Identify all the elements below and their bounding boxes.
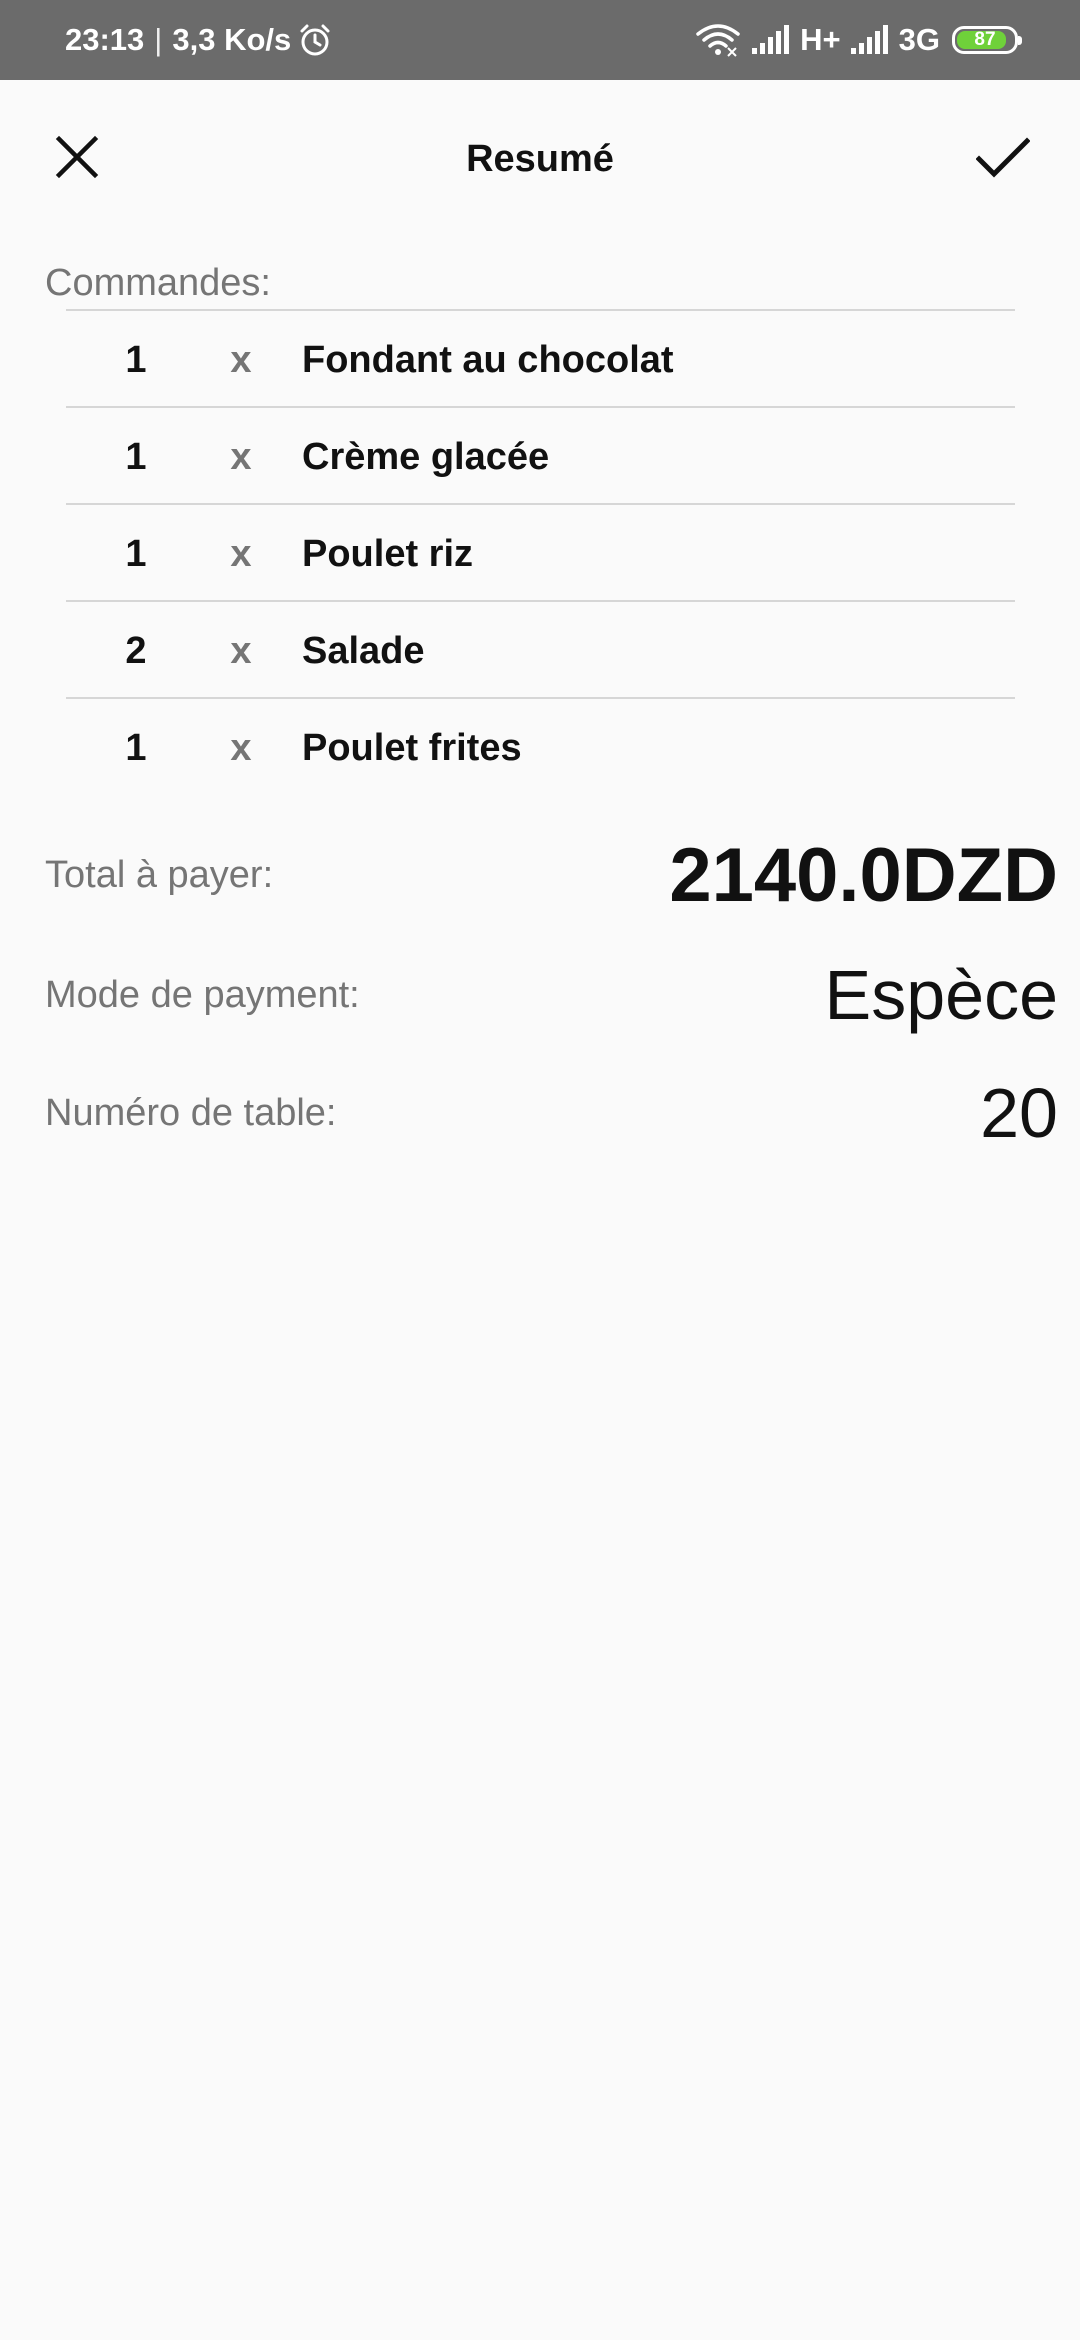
- check-icon: [976, 137, 1030, 178]
- network-type-2: 3G: [898, 22, 940, 57]
- orders-list: 1 x Fondant au chocolat 1 x Crème glacée 1 x Pou…: [66, 311, 1015, 794]
- order-quantity: 1: [125, 436, 147, 478]
- order-quantity: 1: [125, 533, 147, 575]
- status-bar: 23:13 | 3,3 Ko/s H+ 3G 87: [0, 0, 1080, 80]
- order-multiplier: x: [230, 630, 252, 672]
- total-value: 2140.0DZD: [669, 832, 1058, 918]
- order-multiplier: x: [230, 436, 252, 478]
- order-quantity: 1: [125, 727, 147, 769]
- battery-tip: [1018, 36, 1022, 45]
- page-title: Resumé: [466, 138, 614, 180]
- network-type-1: H+: [800, 22, 841, 57]
- order-multiplier: x: [230, 727, 252, 769]
- summary-screen: 23:13 | 3,3 Ko/s H+ 3G 87 Resumé Command…: [0, 0, 1080, 2340]
- order-item: 1 x Poulet riz: [66, 505, 1015, 602]
- signal-bars-icon: [750, 24, 792, 56]
- battery-icon: 87: [952, 26, 1022, 54]
- order-name: Poulet riz: [302, 533, 474, 575]
- order-item: 2 x Salade: [66, 602, 1015, 699]
- order-name: Fondant au chocolat: [302, 339, 674, 381]
- order-item: 1 x Crème glacée: [66, 408, 1015, 505]
- wifi-icon: [694, 22, 742, 58]
- table-value: 20: [980, 1074, 1058, 1152]
- order-item: 1 x Poulet frites: [66, 699, 1015, 794]
- toolbar: Resumé: [0, 80, 1080, 240]
- signal-bars-icon: [849, 24, 891, 56]
- status-time: 23:13: [65, 22, 145, 57]
- order-name: Crème glacée: [302, 436, 550, 478]
- order-quantity: 2: [125, 630, 147, 672]
- orders-label: Commandes:: [45, 262, 271, 304]
- total-row: Total à payer: 2140.0DZD: [45, 830, 1058, 920]
- order-name: Salade: [302, 630, 425, 672]
- order-quantity: 1: [125, 339, 147, 381]
- payment-label: Mode de payment:: [45, 973, 360, 1016]
- order-multiplier: x: [230, 533, 252, 575]
- battery-level: 87: [974, 29, 996, 50]
- status-right: H+ 3G 87: [694, 0, 1022, 80]
- order-multiplier: x: [230, 339, 252, 381]
- table-row: Numéro de table: 20: [45, 1068, 1058, 1158]
- confirm-button[interactable]: [966, 120, 1040, 194]
- total-label: Total à payer:: [45, 853, 274, 896]
- table-label: Numéro de table:: [45, 1091, 337, 1134]
- status-left: 23:13 | 3,3 Ko/s: [65, 0, 333, 80]
- status-speed: 3,3 Ko/s: [172, 22, 292, 57]
- payment-value: Espèce: [824, 956, 1058, 1034]
- status-separator: |: [154, 22, 163, 57]
- order-name: Poulet frites: [302, 727, 522, 769]
- order-item: 1 x Fondant au chocolat: [66, 311, 1015, 408]
- payment-row: Mode de payment: Espèce: [45, 950, 1058, 1040]
- alarm-clock-icon: [297, 22, 333, 58]
